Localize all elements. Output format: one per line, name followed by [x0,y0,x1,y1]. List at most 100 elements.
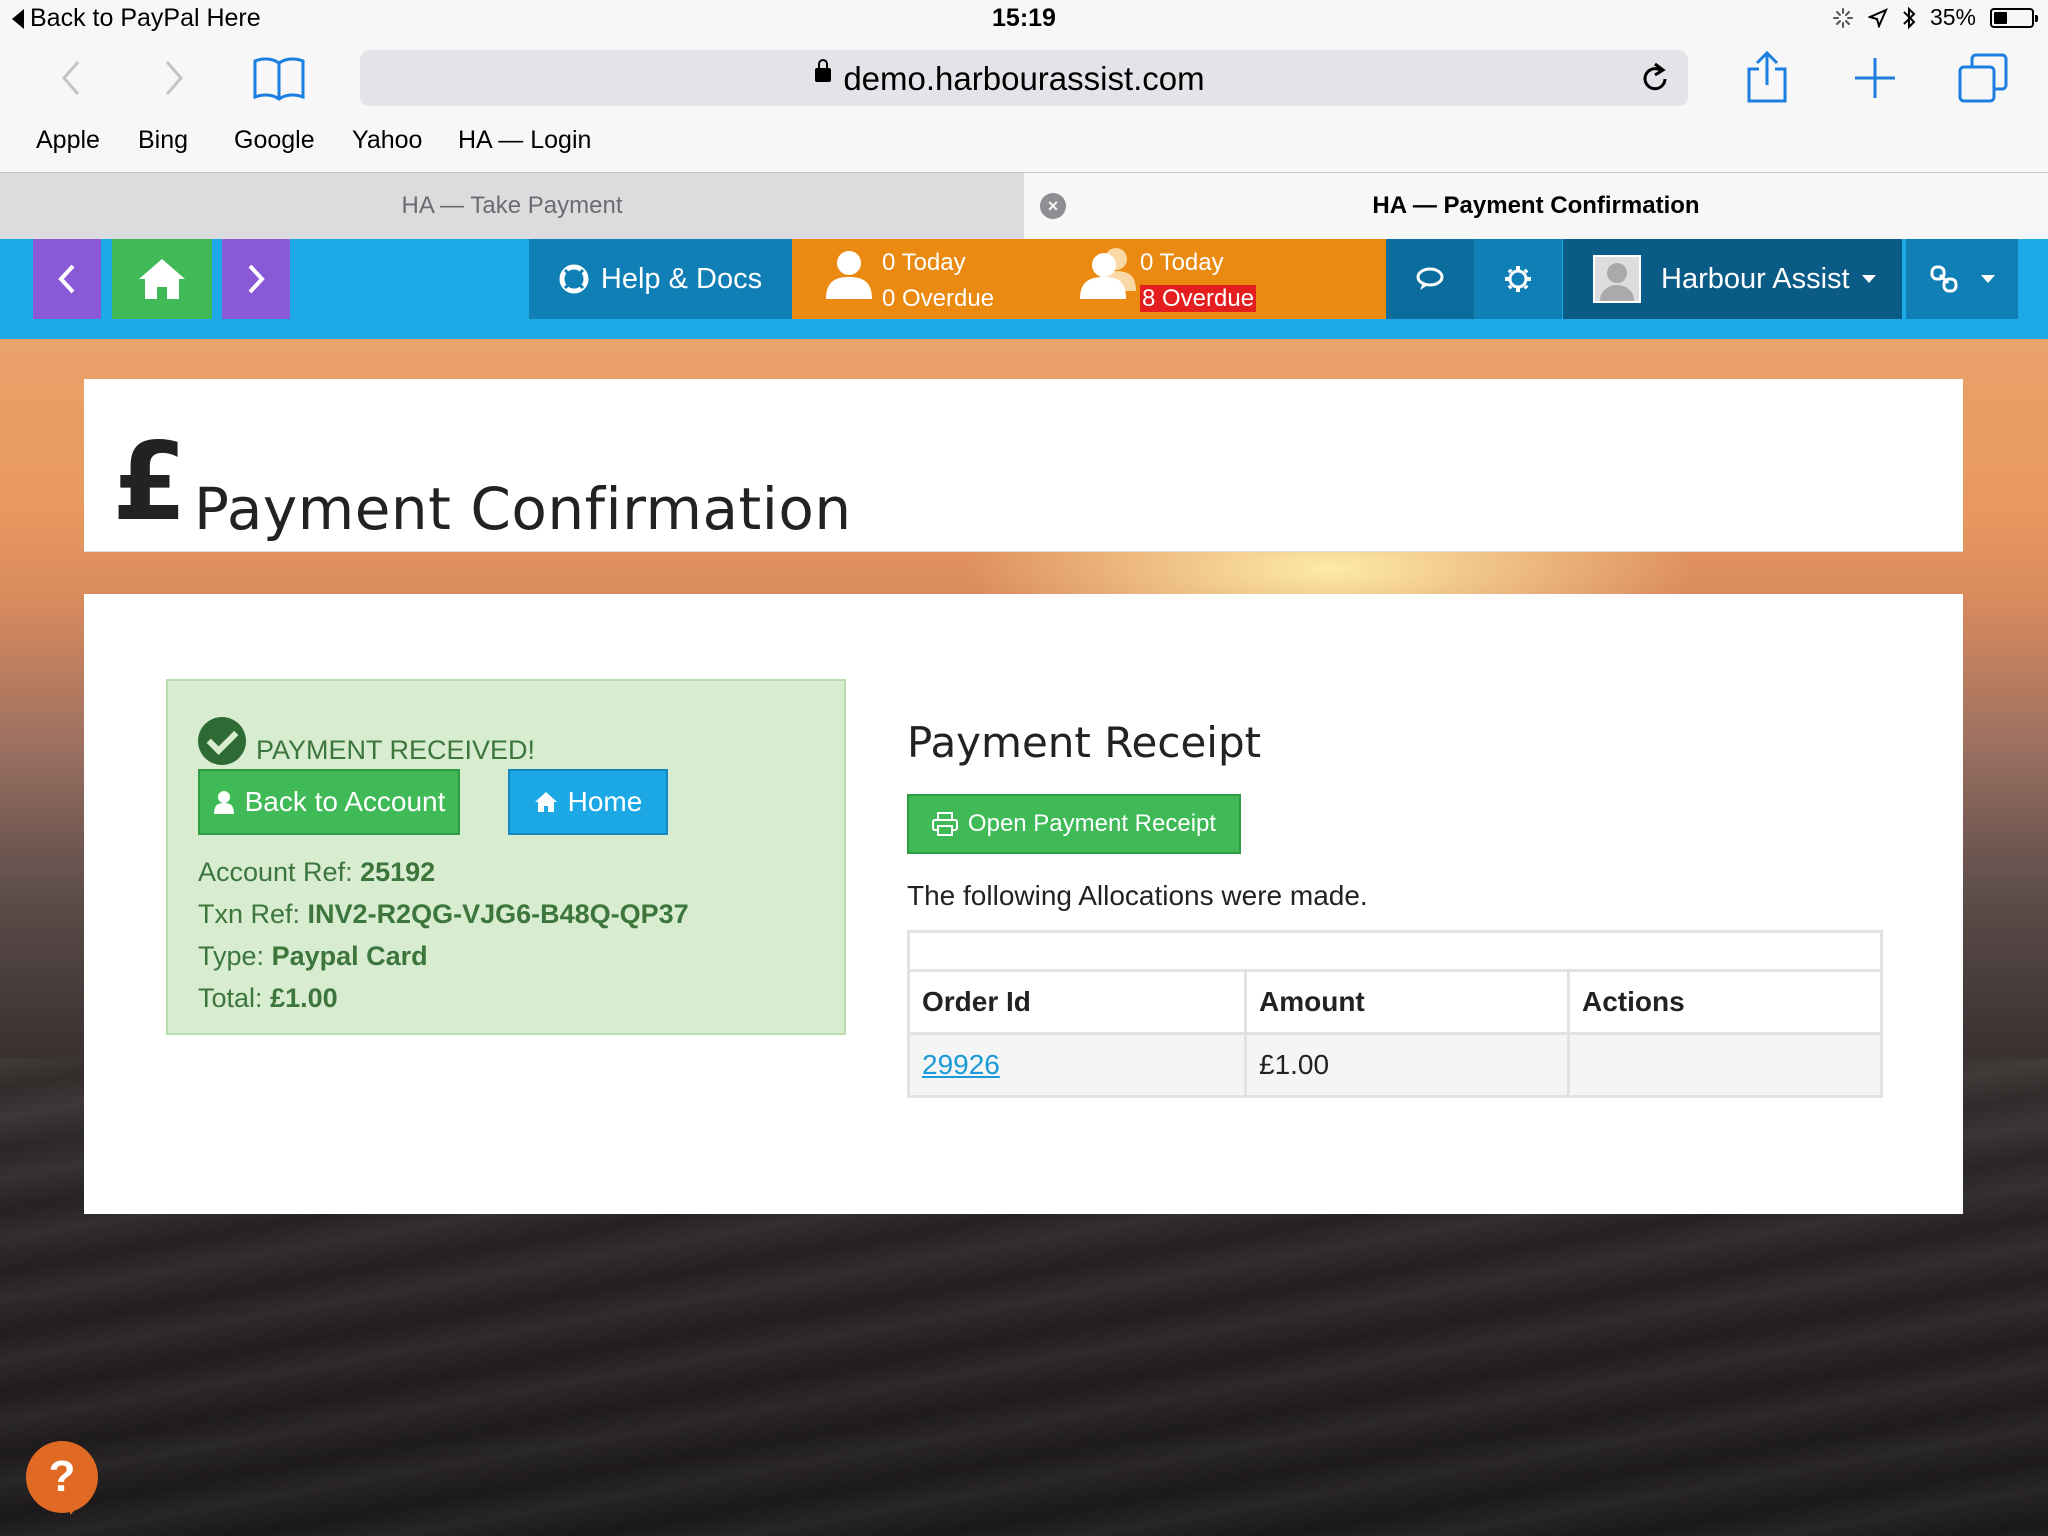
lifebuoy-icon [559,264,589,294]
tab-take-payment[interactable]: HA — Take Payment [0,173,1024,239]
page-title: Payment Confirmation [194,475,852,543]
payment-success-alert: PAYMENT RECEIVED! Back to Account Home A… [166,679,846,1035]
user-name: Harbour Assist [1661,262,1850,295]
back-to-account-button[interactable]: Back to Account [198,769,460,835]
chevron-right-icon [248,264,265,294]
favorites-bar: Apple Bing Google Yahoo HA — Login [0,126,2048,166]
tab-payment-confirmation[interactable]: HA — Payment Confirmation [1024,173,2048,239]
total-label: Total: [198,983,263,1013]
table-header-row: Order Id Amount Actions [907,969,1883,1035]
tabs-overview-button[interactable] [1953,48,2013,108]
clock: 15:19 [992,4,1056,32]
battery-icon [1990,7,2038,28]
chevron-left-icon [58,264,75,294]
allocations-table: Order Id Amount Actions 29926 £1.00 [907,930,1883,1098]
activity-icon [1832,7,1853,28]
my-tasks-today: 0 Today [882,249,966,276]
back-to-account-label: Back to Account [244,786,446,817]
close-tab-icon[interactable]: × [1040,193,1066,219]
favorite-ha-login[interactable]: HA — Login [458,126,591,155]
type-label: Type: [198,941,265,971]
type-row: Type: Paypal Card [198,941,428,972]
share-icon [1747,51,1787,103]
open-receipt-label: Open Payment Receipt [967,810,1217,837]
link-icon [1930,265,1958,293]
browser-back-button[interactable] [40,48,100,108]
address-bar[interactable]: demo.harbourassist.com [360,50,1688,106]
pound-icon: £ [112,420,188,545]
bookmarks-button[interactable] [249,48,309,108]
favorite-google[interactable]: Google [234,126,315,155]
txn-ref-row: Txn Ref: INV2-R2QG-VJG6-B48Q-QP37 [198,899,689,930]
user-icon [213,791,234,814]
amount-cell: £1.00 [1244,1032,1570,1098]
settings-button[interactable] [1474,239,1562,319]
home-button[interactable]: Home [508,769,668,835]
nav-home-button[interactable] [112,239,212,319]
home-icon [139,259,185,299]
total-row: Total: £1.00 [198,983,338,1014]
favorite-apple[interactable]: Apple [36,126,100,155]
favorite-bing[interactable]: Bing [138,126,188,155]
home-label: Home [567,786,643,817]
user-icon [826,251,872,299]
help-docs-button[interactable]: Help & Docs [529,239,792,319]
browser-forward-button[interactable] [145,48,205,108]
user-menu-button[interactable]: Harbour Assist [1563,239,1902,319]
share-button[interactable] [1737,48,1797,108]
tabs-icon [1958,53,2008,103]
status-bar: Back to PayPal Here 15:19 35% [0,0,2048,40]
check-circle-icon [198,717,246,765]
nav-back-button[interactable] [33,239,101,319]
open-receipt-button[interactable]: Open Payment Receipt [907,794,1241,854]
team-tasks-overdue: 8 Overdue [1140,285,1257,312]
help-docs-label: Help & Docs [600,262,763,295]
favorite-yahoo[interactable]: Yahoo [352,126,422,155]
txn-ref-label: Txn Ref: [198,899,301,929]
main-panel: PAYMENT RECEIVED! Back to Account Home A… [84,594,1963,1214]
plus-icon [1855,58,1895,98]
location-icon [1867,7,1888,28]
allocations-text: The following Allocations were made. [907,880,1368,911]
avatar [1593,255,1641,303]
table-row: 29926 £1.00 [907,1032,1883,1098]
chat-icon [1416,267,1444,290]
caret-down-icon [1981,275,1995,283]
total-value: £1.00 [270,983,338,1013]
reload-icon [1643,62,1667,91]
caret-down-icon [1861,275,1876,283]
order-id-link[interactable]: 29926 [922,1049,1000,1080]
links-menu-button[interactable] [1906,239,2018,319]
nav-forward-button[interactable] [222,239,290,319]
column-header-order-id: Order Id [907,969,1247,1035]
reload-button[interactable] [1640,62,1670,99]
actions-cell [1567,1032,1883,1098]
browser-toolbar: demo.harbourassist.com Apple Bing Google… [0,40,2048,170]
printer-icon [931,812,958,836]
column-header-actions: Actions [1567,969,1883,1035]
receipt-title: Payment Receipt [907,718,1262,767]
tab-bar: HA — Take Payment HA — Payment Confirmat… [0,172,2048,239]
txn-ref-value: INV2-R2QG-VJG6-B48Q-QP37 [307,899,689,929]
type-value: Paypal Card [271,941,428,971]
chevron-right-icon [165,61,183,95]
account-ref-label: Account Ref: [198,857,353,887]
battery-percent: 35% [1929,4,1976,30]
new-tab-button[interactable] [1845,48,1905,108]
page-header: £ Payment Confirmation [84,379,1963,552]
app-navbar: Help & Docs 0 Today 0 Overdue 0 Today 8 … [0,239,2048,339]
help-chat-button[interactable]: ? [26,1441,98,1515]
account-ref-value: 25192 [360,857,436,887]
payment-status: PAYMENT RECEIVED! [256,735,536,765]
order-id-cell: 29926 [907,1032,1247,1098]
url-text: demo.harbourassist.com [843,60,1205,97]
home-icon [534,792,557,812]
tasks-panel: 0 Today 0 Overdue 0 Today 8 Overdue [792,239,1386,319]
chevron-left-icon [62,61,80,95]
team-tasks-today: 0 Today [1140,249,1224,276]
account-ref-row: Account Ref: 25192 [198,857,435,888]
messages-button[interactable] [1386,239,1474,319]
users-icon [1080,248,1136,299]
book-icon [253,57,305,101]
gear-icon [1505,266,1531,292]
